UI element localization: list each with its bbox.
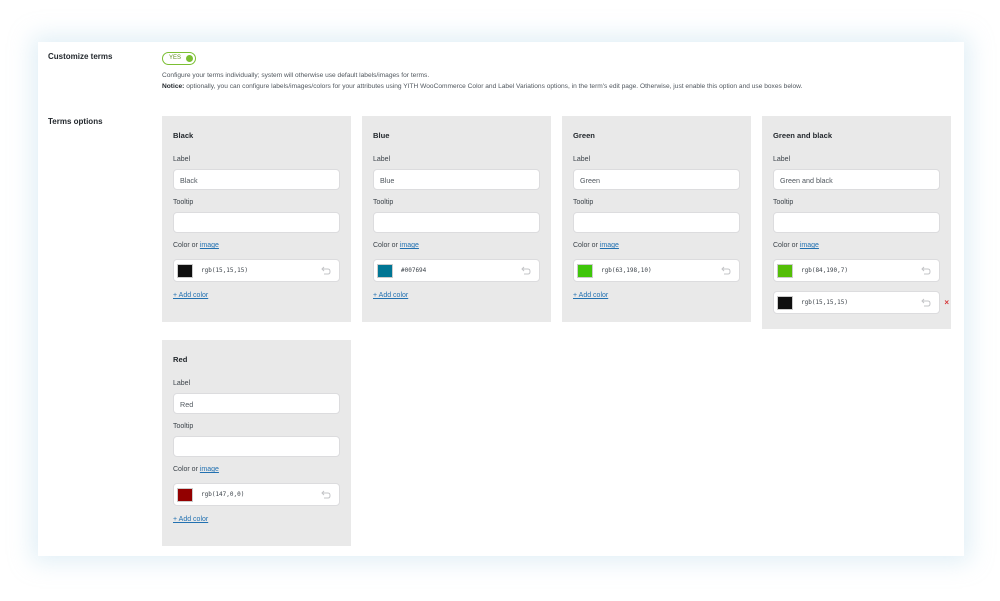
term-title: Green [573,131,595,140]
color-or-image-label: Color or image [173,466,219,473]
color-row[interactable]: rgb(84,190,7) [773,259,940,282]
term-card-red: Red Label Red Tooltip Color or image rgb… [162,340,351,546]
add-color-link[interactable]: + Add color [373,292,408,299]
add-color-link[interactable]: + Add color [173,292,208,299]
term-card-green: Green Label Green Tooltip Color or image… [562,116,751,322]
term-card-green-and-black: Green and black Label Green and black To… [762,116,951,329]
customize-notice: Notice: optionally, you can configure la… [162,83,802,90]
term-tooltip-input[interactable] [773,212,940,233]
image-link[interactable]: image [200,466,219,473]
term-tooltip-input[interactable] [173,436,340,457]
color-value: rgb(15,15,15) [801,299,848,306]
term-title: Red [173,355,188,364]
tooltip-field-label: Tooltip [373,199,394,206]
image-link[interactable]: image [600,242,619,249]
add-color-link[interactable]: + Add color [173,516,208,523]
color-or-image-label: Color or image [373,242,419,249]
color-or-text: Color or [173,242,200,249]
color-or-text: Color or [173,466,200,473]
color-or-text: Color or [573,242,600,249]
color-or-image-label: Color or image [173,242,219,249]
undo-icon[interactable] [321,266,331,275]
term-title: Green and black [773,131,833,140]
term-tooltip-input[interactable] [573,212,740,233]
tooltip-field-label: Tooltip [773,199,794,206]
label-field-label: Label [773,156,791,163]
color-or-text: Color or [773,242,800,249]
term-title: Black [173,131,194,140]
term-label-input[interactable]: Black [173,169,340,190]
term-card-black: Black Label Black Tooltip Color or image… [162,116,351,322]
color-swatch[interactable] [377,264,393,278]
color-row[interactable]: rgb(63,198,10) [573,259,740,282]
terms-options-label: Terms options [48,117,103,126]
undo-icon[interactable] [721,266,731,275]
color-row[interactable]: rgb(15,15,15) [173,259,340,282]
color-value: rgb(84,190,7) [801,267,848,274]
color-or-image-label: Color or image [773,242,819,249]
add-color-link[interactable]: + Add color [573,292,608,299]
undo-icon[interactable] [321,490,331,499]
term-card-blue: Blue Label Blue Tooltip Color or image #… [362,116,551,322]
color-or-text: Color or [373,242,400,249]
label-field-label: Label [573,156,591,163]
color-row[interactable]: #007694 [373,259,540,282]
tooltip-field-label: Tooltip [173,423,194,430]
color-value: #007694 [401,267,427,274]
color-swatch[interactable] [177,488,193,502]
undo-icon[interactable] [521,266,531,275]
label-field-label: Label [373,156,391,163]
color-value: rgb(147,0,0) [201,491,245,498]
color-swatch[interactable] [777,296,793,310]
color-value: rgb(15,15,15) [201,267,248,274]
toggle-text: YES [169,55,182,61]
color-or-image-label: Color or image [573,242,619,249]
color-swatch[interactable] [577,264,593,278]
color-row[interactable]: rgb(147,0,0) [173,483,340,506]
remove-color-icon[interactable]: × [944,298,949,307]
image-link[interactable]: image [200,242,219,249]
color-swatch[interactable] [177,264,193,278]
color-row[interactable]: rgb(15,15,15) × [773,291,949,314]
term-label-input[interactable]: Green [573,169,740,190]
settings-panel: Customize terms YES Configure your terms… [38,42,964,556]
undo-icon[interactable] [921,298,931,307]
toggle-knob-icon [186,55,193,62]
undo-icon[interactable] [921,266,931,275]
notice-text: optionally, you can configure labels/ima… [184,83,803,90]
color-swatch[interactable] [777,264,793,278]
customize-terms-label: Customize terms [48,52,113,61]
image-link[interactable]: image [400,242,419,249]
term-title: Blue [373,131,390,140]
label-field-label: Label [173,380,191,387]
image-link[interactable]: image [800,242,819,249]
term-label-input[interactable]: Blue [373,169,540,190]
customize-terms-toggle[interactable]: YES [162,52,196,65]
color-value: rgb(63,198,10) [601,267,652,274]
tooltip-field-label: Tooltip [573,199,594,206]
label-field-label: Label [173,156,191,163]
tooltip-field-label: Tooltip [173,199,194,206]
term-tooltip-input[interactable] [373,212,540,233]
customize-description: Configure your terms individually; syste… [162,72,430,79]
notice-label: Notice: [162,83,185,90]
term-label-input[interactable]: Green and black [773,169,940,190]
term-label-input[interactable]: Red [173,393,340,414]
term-tooltip-input[interactable] [173,212,340,233]
